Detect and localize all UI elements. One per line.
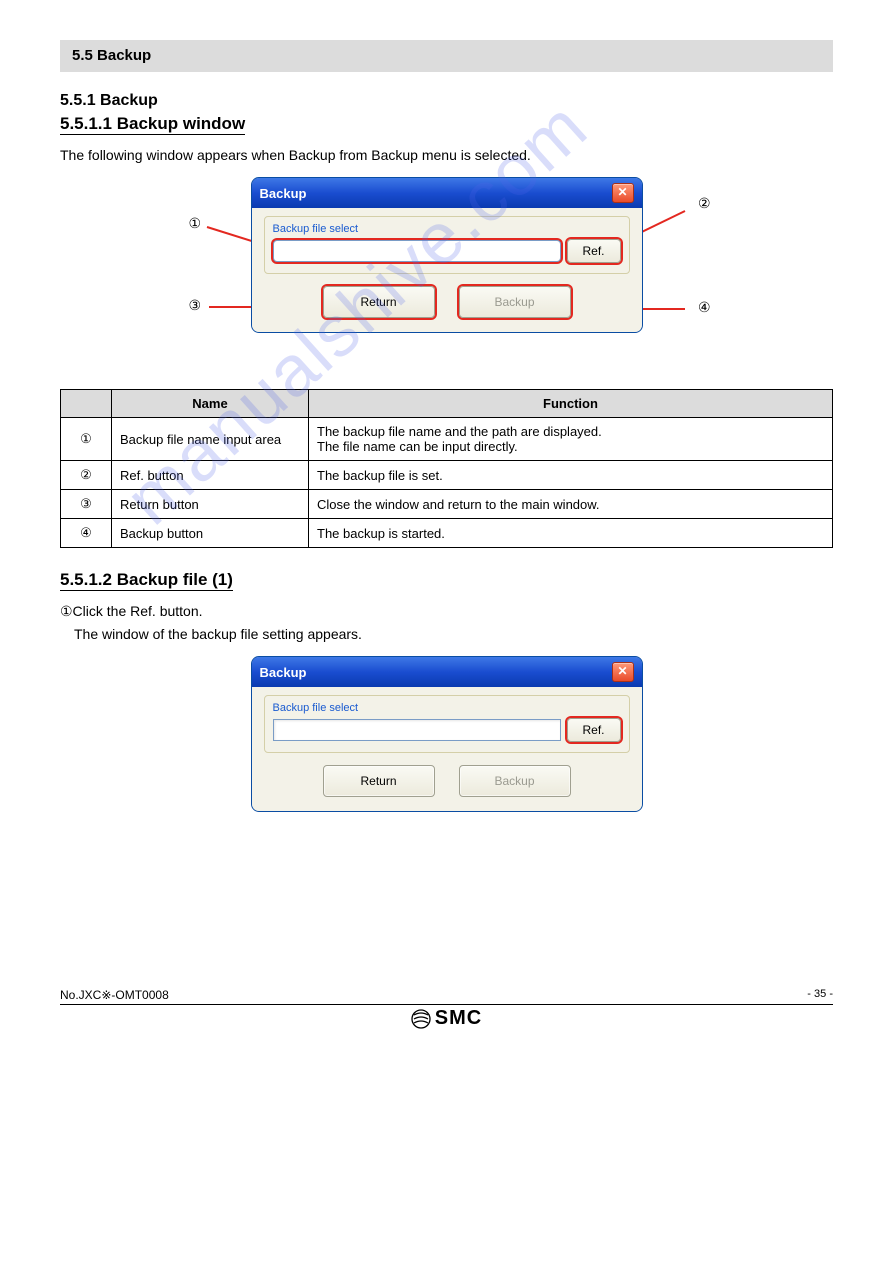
table-row: ④ Backup button The backup is started. [61,519,833,548]
cell-name: Ref. button [112,461,309,490]
th-blank [61,390,112,418]
pg-prefix: - [807,988,814,1000]
cell-idx: ④ [61,519,112,548]
cell-name: Backup file name input area [112,418,309,461]
cell-func: The backup is started. [309,519,833,548]
title-5-5-1-2: 5.5.1.2 Backup file (1) [60,570,233,591]
doc-number: No.JXC※-OMT0008 [60,988,169,1002]
description-table: Name Function ① Backup file name input a… [60,389,833,548]
fieldset-label: Backup file select [273,702,621,714]
fieldset-label: Backup file select [273,223,621,235]
callout-3: ③ [189,297,202,314]
section-header: 5.5 Backup [60,40,833,72]
ref-button[interactable]: Ref. [567,239,621,263]
backup-dialog-step: Backup ✕ Backup file select Ref. Return … [251,656,643,812]
backup-dialog-annotated: Backup ✕ Backup file select Ref. Return … [251,177,643,333]
cell-func: Close the window and return to the main … [309,490,833,519]
step1-paragraph: ①Click the Ref. button. [60,603,833,620]
smc-logo-text: SMC [435,1007,482,1030]
backup-file-input[interactable] [273,719,561,741]
close-icon[interactable]: ✕ [612,183,634,203]
cell-func: The backup file name and the path are di… [309,418,833,461]
callout-2: ② [698,195,711,212]
backup-button[interactable]: Backup [459,765,571,797]
callout-1: ① [189,215,202,232]
cell-idx: ② [61,461,112,490]
dialog-title: Backup [260,665,307,680]
ref-button[interactable]: Ref. [567,718,621,742]
table-row: ② Ref. button The backup file is set. [61,461,833,490]
cell-idx: ① [61,418,112,461]
callout-4: ④ [698,299,711,316]
return-button[interactable]: Return [323,765,435,797]
cell-name: Backup button [112,519,309,548]
th-name: Name [112,390,309,418]
smc-logo-icon [411,1009,431,1029]
backup-button[interactable]: Backup [459,286,571,318]
pg-suffix: - [826,988,833,1000]
return-button[interactable]: Return [323,286,435,318]
cell-idx: ③ [61,490,112,519]
backup-file-input[interactable] [273,240,561,262]
intro-paragraph: The following window appears when Backup… [60,147,833,163]
page-footer: No.JXC※-OMT0008 - 35 - SMC [60,986,833,1032]
close-icon[interactable]: ✕ [612,662,634,682]
step1-sub-paragraph: The window of the backup file setting ap… [74,626,833,642]
cell-func: The backup file is set. [309,461,833,490]
title-5-5-1: 5.5.1 Backup [60,92,833,110]
title-5-5-1-1: 5.5.1.1 Backup window [60,114,245,135]
table-row: ③ Return button Close the window and ret… [61,490,833,519]
dialog-title: Backup [260,186,307,201]
table-row: ① Backup file name input area The backup… [61,418,833,461]
cell-name: Return button [112,490,309,519]
th-function: Function [309,390,833,418]
smc-logo: SMC [411,1007,482,1030]
pg-num: 35 [814,988,826,1000]
